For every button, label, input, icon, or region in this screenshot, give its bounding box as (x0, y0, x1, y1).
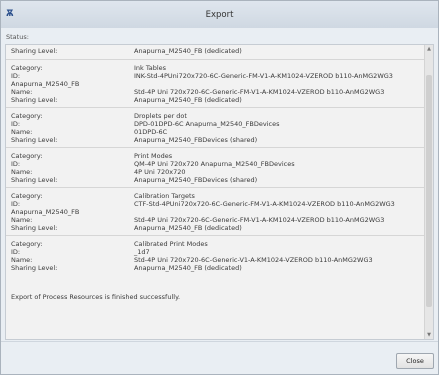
log-value: 01DPD-6C (134, 128, 168, 136)
log-key: ID: (11, 200, 21, 208)
log-row: Sharing Level: Anapurna_M2540_FB (dedicat… (6, 224, 426, 232)
log-row: Anapurna_M2540_FB (6, 80, 426, 88)
log-key: Category: (11, 240, 43, 248)
log-row: ID: DPD-01DPD-6C Anapurna_M2540_FBDevices (6, 120, 426, 128)
log-section: Category: Calibration Targets ID: CTF-Std-4… (6, 187, 426, 232)
log-row: Name: 01DPD-6C (6, 128, 426, 136)
log-value: Anapurna_M2540_FB (dedicated) (134, 224, 242, 232)
log-key: Sharing Level: (11, 96, 58, 104)
close-button[interactable]: Close (396, 353, 434, 369)
log-row: Sharing Level: Anapurna_M2540_FBDevices (… (6, 136, 426, 144)
log-value: Std-4P Uni 720x720-6C-Generic-FM-V1-A-KM… (134, 216, 385, 224)
title-bar[interactable]: Ѫ Export (1, 1, 438, 28)
log-section: Category: Calibrated Print Modes ID: _1d7 Na… (6, 235, 426, 272)
log-value: Anapurna_M2540_FB (dedicated) (134, 264, 242, 272)
log-value: QM-4P Uni 720x720 Anapurna_M2540_FBDevic… (134, 160, 295, 168)
log-key: Anapurna_M2540_FB (11, 80, 80, 88)
log-key: Category: (11, 112, 43, 120)
dialog-title: Export (205, 10, 234, 20)
log-value: Anapurna_M2540_FB (dedicated) (134, 96, 242, 104)
log-key: Sharing Level: (11, 176, 58, 184)
log-value: Ink Tables (134, 64, 167, 72)
log-value: INK-Std-4PUni720x720-6C-Generic-FM-V1-A-… (134, 72, 393, 80)
log-value: Print Modes (134, 152, 173, 160)
log-section: Category: Droplets per dot ID: DPD-01DPD-6C… (6, 107, 426, 144)
footer-divider (1, 341, 438, 342)
log-key: ID: (11, 248, 21, 256)
log-row: Sharing Level: Anapurna_M2540_FB (dedicat… (6, 264, 426, 272)
log-value: Std-4P Uni 720x720-6C-Generic-V1-A-KM102… (134, 256, 373, 264)
log-value: Anapurna_M2540_FB (dedicated) (134, 47, 242, 55)
log-key: Sharing Level: (11, 136, 58, 144)
log-value: Anapurna_M2540_FBDevices (shared) (134, 136, 258, 144)
log-row: Category: Ink Tables (6, 64, 426, 72)
log-value: DPD-01DPD-6C Anapurna_M2540_FBDevices (134, 120, 280, 128)
log-value: Droplets per dot (134, 112, 187, 120)
log-row: ID: INK-Std-4PUni720x720-6C-Generic-FM-V1… (6, 72, 426, 80)
log-row: Name: 4P Uni 720x720 (6, 168, 426, 176)
log-key: ID: (11, 160, 21, 168)
log-row: Name: Std-4P Uni 720x720-6C-Generic-FM-V1… (6, 88, 426, 96)
log-key: Category: (11, 64, 43, 72)
log-key: Name: (11, 88, 33, 96)
log-row: Anapurna_M2540_FB (6, 208, 426, 216)
log-row: Sharing Level: Anapurna_M2540_FB (dedicat… (6, 96, 426, 104)
status-log-content: Sharing Level: Anapurna_M2540_FB (dedicat… (6, 45, 426, 339)
status-label: Status: (6, 33, 29, 41)
log-key: Category: (11, 192, 43, 200)
log-key: ID: (11, 72, 21, 80)
vertical-scrollbar[interactable]: ▲ ▼ (424, 45, 433, 339)
log-key: Name: (11, 256, 33, 264)
log-row: Category: Print Modes (6, 152, 426, 160)
log-key: Name: (11, 128, 33, 136)
log-section: Category: Print Modes ID: QM-4P Uni 720x720… (6, 147, 426, 184)
log-key: ID: (11, 120, 21, 128)
log-value: CTF-Std-4PUni720x720-6C-Generic-FM-V1-A-… (134, 200, 395, 208)
log-row: ID: _1d7 (6, 248, 426, 256)
scroll-up-icon[interactable]: ▲ (426, 46, 432, 52)
log-row: Name: Std-4P Uni 720x720-6C-Generic-V1-A-… (6, 256, 426, 264)
log-value: _1d7 (134, 248, 150, 256)
log-value: Calibration Targets (134, 192, 195, 200)
log-value: 4P Uni 720x720 (134, 168, 186, 176)
log-key: Category: (11, 152, 43, 160)
log-row: ID: CTF-Std-4PUni720x720-6C-Generic-FM-V1… (6, 200, 426, 208)
log-section: Category: Ink Tables ID: INK-Std-4PUni720x7… (6, 59, 426, 104)
log-row: Name: Std-4P Uni 720x720-6C-Generic-FM-V1… (6, 216, 426, 224)
log-key: Sharing Level: (11, 264, 58, 272)
status-log[interactable]: Sharing Level: Anapurna_M2540_FB (dedicat… (5, 44, 434, 340)
log-row: Category: Calibrated Print Modes (6, 240, 426, 248)
log-key: Name: (11, 216, 33, 224)
log-row: ID: QM-4P Uni 720x720 Anapurna_M2540_FBDe… (6, 160, 426, 168)
log-row: Category: Calibration Targets (6, 192, 426, 200)
final-status-message: Export of Process Resources is finished … (11, 293, 181, 301)
log-section: Sharing Level: Anapurna_M2540_FB (dedicat… (6, 47, 426, 55)
log-key: Anapurna_M2540_FB (11, 208, 80, 216)
log-value: Anapurna_M2540_FBDevices (shared) (134, 176, 258, 184)
log-key: Sharing Level: (11, 47, 58, 55)
log-value: Std-4P Uni 720x720-6C-Generic-FM-V1-A-KM… (134, 88, 385, 96)
log-row: Category: Droplets per dot (6, 112, 426, 120)
log-row: Sharing Level: Anapurna_M2540_FB (dedicat… (6, 47, 426, 55)
log-key: Sharing Level: (11, 224, 58, 232)
export-dialog: Ѫ Export Status: Sharing Level: Anapurna_… (0, 0, 439, 375)
scroll-down-icon[interactable]: ▼ (426, 332, 432, 338)
log-row: Sharing Level: Anapurna_M2540_FBDevices (… (6, 176, 426, 184)
log-key: Name: (11, 168, 33, 176)
scrollbar-thumb[interactable] (426, 75, 432, 307)
log-value: Calibrated Print Modes (134, 240, 208, 248)
